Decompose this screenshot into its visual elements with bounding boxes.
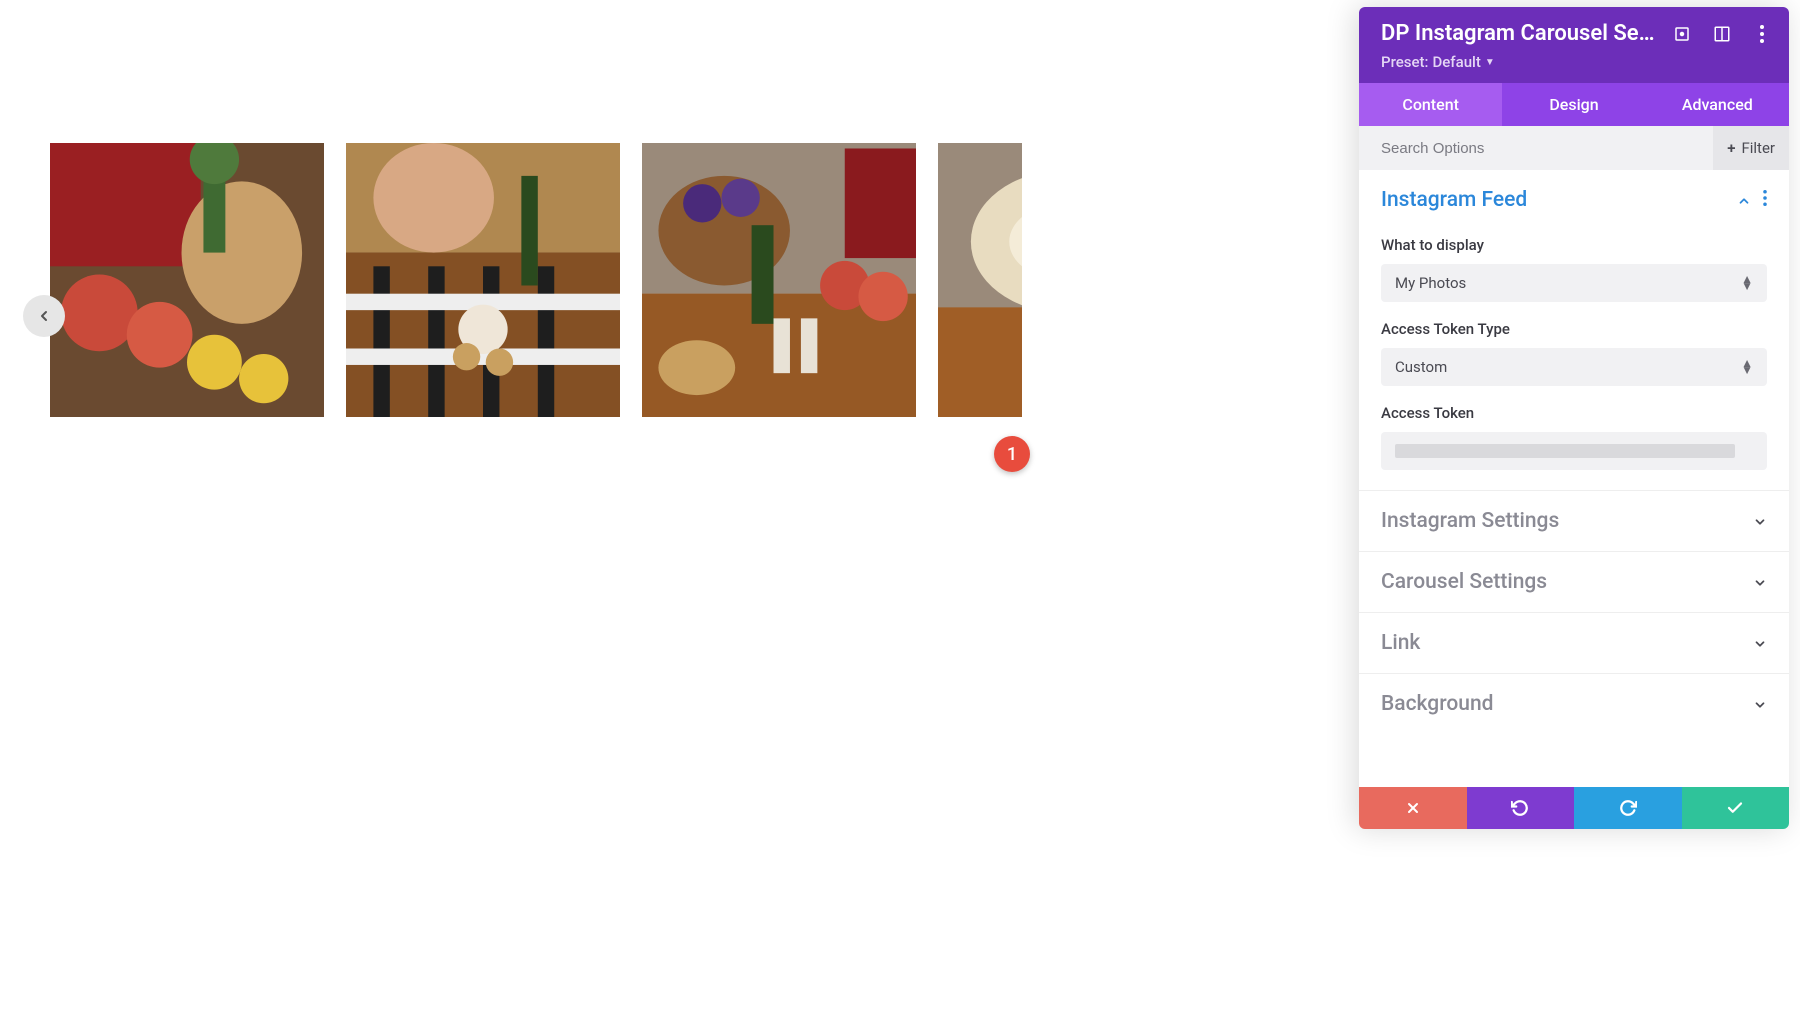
badge-number: 1 bbox=[1007, 444, 1017, 465]
settings-panel: DP Instagram Carousel Sett... Preset: De… bbox=[1359, 7, 1789, 829]
section-header-carousel-settings[interactable]: Carousel Settings bbox=[1359, 552, 1789, 612]
callout-badge-1: 1 bbox=[994, 436, 1030, 472]
carousel-prev-button[interactable] bbox=[23, 295, 65, 337]
tab-content[interactable]: Content bbox=[1359, 83, 1502, 126]
section-title: Instagram Settings bbox=[1381, 509, 1559, 533]
carousel-image-1[interactable] bbox=[50, 143, 324, 417]
more-icon[interactable] bbox=[1753, 25, 1771, 43]
search-input[interactable] bbox=[1381, 140, 1713, 157]
section-header-background[interactable]: Background bbox=[1359, 674, 1789, 734]
caret-down-icon: ▼ bbox=[1485, 57, 1495, 68]
chevron-down-icon bbox=[1753, 575, 1767, 589]
preset-value: Default bbox=[1432, 53, 1480, 71]
section-title: Carousel Settings bbox=[1381, 570, 1547, 594]
preset-label: Preset: bbox=[1381, 53, 1428, 71]
select-access-token-type[interactable]: Custom ▲▼ bbox=[1381, 348, 1767, 386]
section-title: Link bbox=[1381, 631, 1420, 655]
label-what-to-display: What to display bbox=[1381, 236, 1767, 254]
preset-selector[interactable]: Preset: Default ▼ bbox=[1381, 53, 1771, 71]
select-value: My Photos bbox=[1395, 274, 1466, 292]
cancel-button[interactable] bbox=[1359, 787, 1467, 829]
chevron-down-icon bbox=[1753, 636, 1767, 650]
section-instagram-feed: Instagram Feed What to display My Photos… bbox=[1359, 170, 1789, 491]
carousel-image-3[interactable] bbox=[642, 143, 916, 417]
select-value: Custom bbox=[1395, 358, 1447, 376]
expand-icon[interactable] bbox=[1673, 25, 1691, 43]
filter-label: Filter bbox=[1741, 139, 1775, 157]
section-carousel-settings: Carousel Settings bbox=[1359, 552, 1789, 613]
save-button[interactable] bbox=[1682, 787, 1790, 829]
carousel-preview bbox=[50, 143, 1000, 417]
chevron-down-icon bbox=[1753, 514, 1767, 528]
undo-button[interactable] bbox=[1467, 787, 1575, 829]
tab-design[interactable]: Design bbox=[1502, 83, 1645, 126]
label-access-token: Access Token bbox=[1381, 404, 1767, 422]
chevron-up-icon bbox=[1737, 193, 1751, 207]
search-row: + Filter bbox=[1359, 126, 1789, 170]
section-title: Background bbox=[1381, 692, 1493, 716]
section-content-instagram-feed: What to display My Photos ▲▼ Access Toke… bbox=[1359, 236, 1789, 490]
section-header-link[interactable]: Link bbox=[1359, 613, 1789, 673]
section-header-instagram-settings[interactable]: Instagram Settings bbox=[1359, 491, 1789, 551]
more-icon[interactable] bbox=[1763, 190, 1767, 210]
chevron-down-icon bbox=[1753, 697, 1767, 711]
panel-body: Instagram Feed What to display My Photos… bbox=[1359, 170, 1789, 787]
redo-button[interactable] bbox=[1574, 787, 1682, 829]
section-header-instagram-feed[interactable]: Instagram Feed bbox=[1359, 170, 1789, 230]
panel-tabs: Content Design Advanced bbox=[1359, 83, 1789, 126]
panel-header: DP Instagram Carousel Sett... Preset: De… bbox=[1359, 7, 1789, 83]
section-title: Instagram Feed bbox=[1381, 188, 1527, 212]
carousel-image-2[interactable] bbox=[346, 143, 620, 417]
label-access-token-type: Access Token Type bbox=[1381, 320, 1767, 338]
filter-button[interactable]: + Filter bbox=[1713, 126, 1789, 170]
select-what-to-display[interactable]: My Photos ▲▼ bbox=[1381, 264, 1767, 302]
panel-footer bbox=[1359, 787, 1789, 829]
section-link: Link bbox=[1359, 613, 1789, 674]
tab-advanced[interactable]: Advanced bbox=[1646, 83, 1789, 126]
plus-icon: + bbox=[1727, 139, 1735, 157]
panel-title: DP Instagram Carousel Sett... bbox=[1381, 21, 1661, 46]
masked-value bbox=[1395, 444, 1735, 458]
layout-icon[interactable] bbox=[1713, 25, 1731, 43]
select-caret-icon: ▲▼ bbox=[1741, 276, 1753, 290]
section-instagram-settings: Instagram Settings bbox=[1359, 491, 1789, 552]
section-background: Background bbox=[1359, 674, 1789, 734]
input-access-token[interactable] bbox=[1381, 432, 1767, 470]
select-caret-icon: ▲▼ bbox=[1741, 360, 1753, 374]
carousel-image-4[interactable] bbox=[938, 143, 1022, 417]
